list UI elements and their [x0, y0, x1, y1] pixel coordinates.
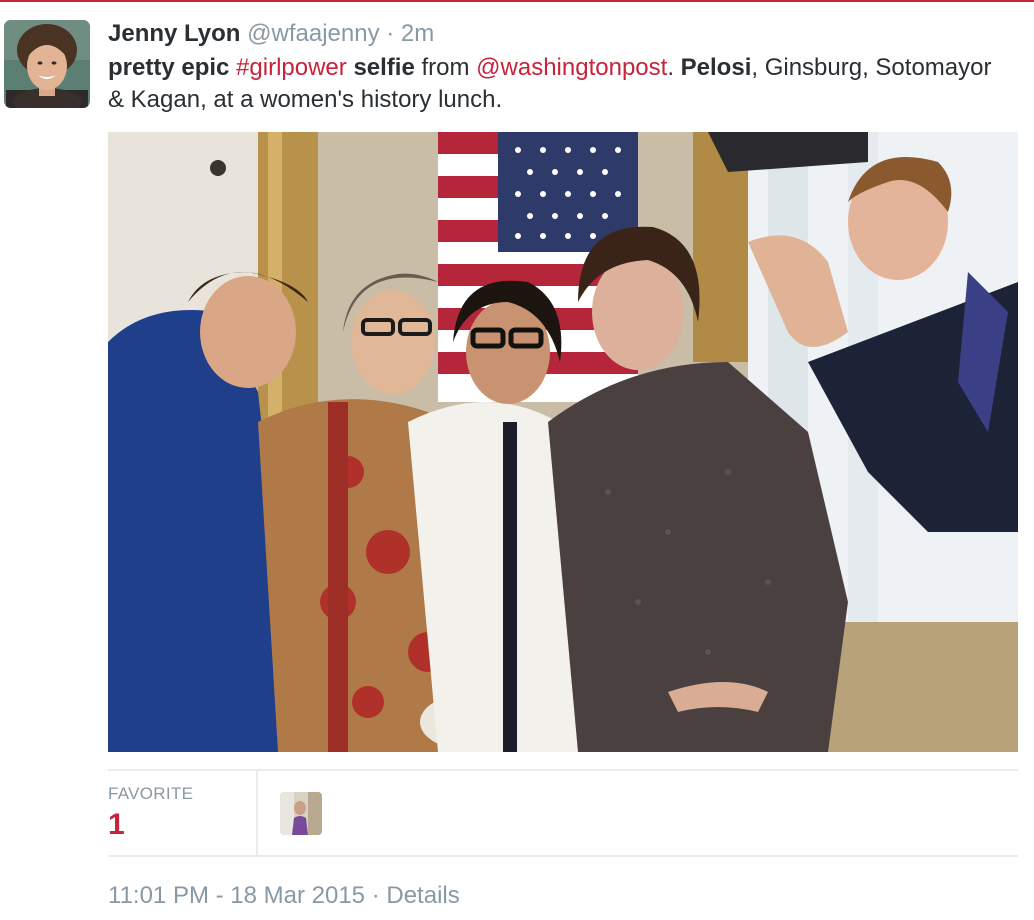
tweet-footer: 11:01 PM - 18 Mar 2015 · Details: [108, 880, 460, 912]
favorite-label: FAVORITE: [108, 784, 194, 803]
text-bold-pretty-epic: pretty epic: [108, 54, 230, 81]
tweet-header: Jenny Lyon @wfaajenny · 2m: [108, 18, 434, 50]
stats-divider-vertical: [256, 771, 258, 855]
text-from: from: [421, 54, 470, 81]
text-bold-selfie: selfie: [353, 54, 415, 81]
author-handle[interactable]: @wfaajenny: [247, 20, 379, 47]
hashtag-link[interactable]: #girlpower: [236, 54, 347, 81]
tweet-time[interactable]: 2m: [401, 20, 434, 47]
details-link[interactable]: Details: [386, 882, 459, 909]
mention-link[interactable]: @washingtonpost: [476, 54, 667, 81]
stats-divider-bottom: [108, 855, 1018, 857]
photo-illustration: [108, 132, 1018, 752]
avatar-image: [4, 20, 90, 108]
author-avatar[interactable]: [4, 20, 90, 108]
tweet-timestamp: 11:01 PM - 18 Mar 2015: [108, 882, 366, 909]
text-period: .: [667, 54, 674, 81]
text-bold-pelosi: Pelosi: [680, 54, 752, 81]
favoriter-avatar-image: [280, 792, 322, 835]
tweet-photo[interactable]: [108, 132, 1018, 752]
author-name[interactable]: Jenny Lyon: [108, 20, 240, 47]
favoriter-avatar[interactable]: [280, 792, 322, 835]
header-separator: ·: [386, 20, 395, 47]
tweet-text: pretty epic #girlpower selfie from @wash…: [108, 52, 1008, 116]
footer-separator: ·: [371, 882, 380, 909]
stats-divider-top: [108, 769, 1018, 771]
favorite-count[interactable]: 1: [108, 808, 125, 842]
top-accent-rule: [0, 0, 1034, 2]
